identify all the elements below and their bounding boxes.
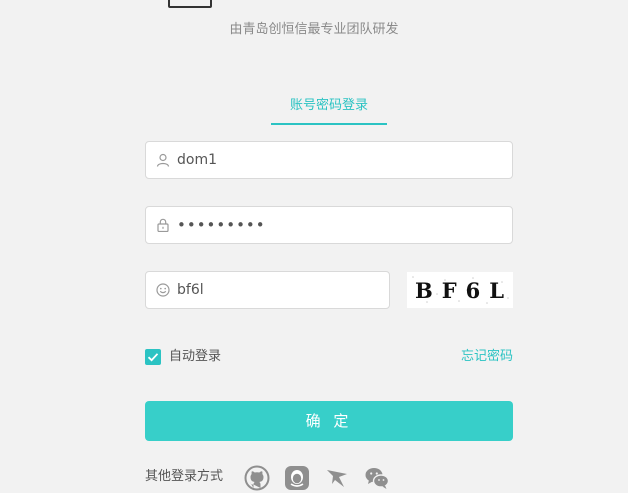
- qq-icon[interactable]: [284, 465, 310, 491]
- other-login-label: 其他登录方式: [145, 469, 224, 484]
- username-field[interactable]: dom1: [145, 141, 513, 179]
- forgot-password-link[interactable]: 忘记密码: [461, 347, 513, 367]
- username-value: dom1: [177, 152, 217, 168]
- user-icon: [156, 153, 170, 167]
- check-icon: [147, 353, 159, 362]
- logo-icon: [168, 0, 212, 8]
- captcha-text: BF6L: [415, 278, 513, 303]
- submit-button[interactable]: 确 定: [145, 401, 513, 441]
- wechat-icon[interactable]: [364, 465, 390, 491]
- password-field[interactable]: •••••••••: [145, 206, 513, 244]
- captcha-image[interactable]: BF6L: [407, 272, 513, 308]
- tab-active-indicator: [271, 123, 387, 125]
- github-icon[interactable]: [244, 465, 270, 491]
- header-logo-area: [0, 0, 628, 8]
- remember-checkbox[interactable]: [145, 349, 161, 365]
- password-value: •••••••••: [177, 216, 266, 234]
- page-subtitle: 由青岛创恒信最专业团队研发: [229, 22, 399, 37]
- smile-icon: [156, 283, 170, 297]
- lock-icon: [157, 218, 169, 232]
- captcha-field[interactable]: bf6l: [145, 271, 390, 309]
- tab-label: 账号密码登录: [289, 98, 368, 113]
- captcha-value: bf6l: [177, 282, 204, 298]
- remember-label[interactable]: 自动登录: [169, 347, 221, 367]
- weibo-icon[interactable]: [324, 465, 350, 491]
- tab-account-password[interactable]: 账号密码登录: [271, 94, 387, 125]
